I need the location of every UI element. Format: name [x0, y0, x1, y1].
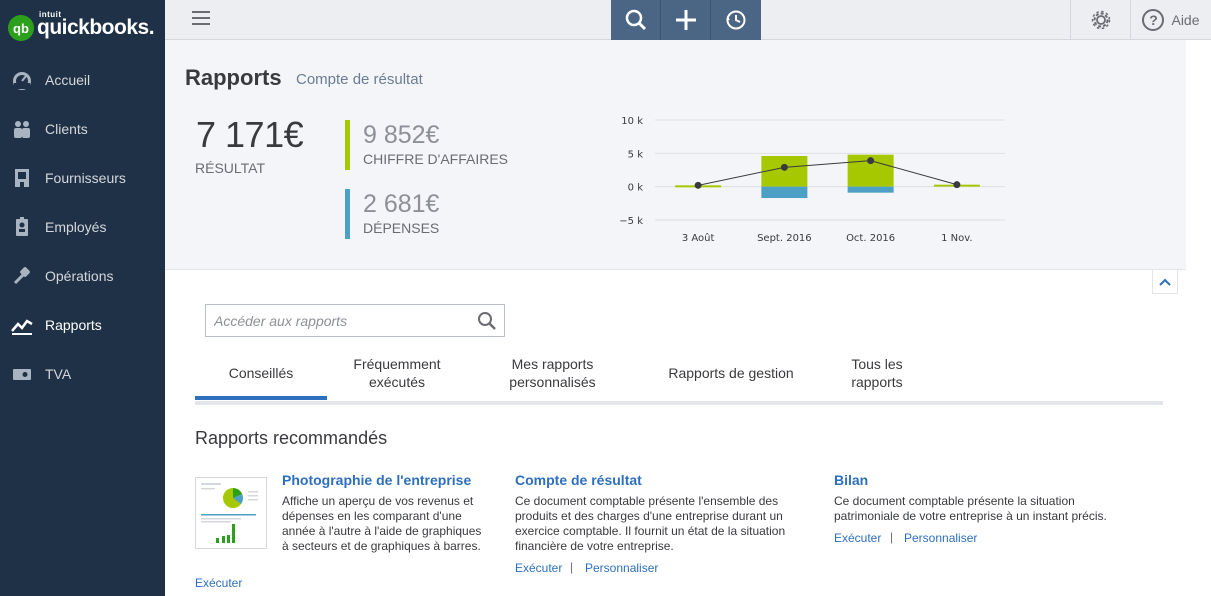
- revenue-kpi: 9 852€ CHIFFRE D'AFFAIRES: [345, 120, 545, 170]
- sidebar-item-label: Clients: [45, 120, 88, 137]
- revenue-value: 9 852€: [363, 121, 440, 149]
- recommended-title: Rapports recommandés: [195, 428, 388, 448]
- search-input[interactable]: [206, 305, 471, 336]
- card-desc-photographie: Affiche un aperçu de vos revenus et dépe…: [282, 494, 482, 553]
- search-icon: [625, 9, 646, 31]
- income-chart: 10 k 5 k 0 k −5 k 3 Août Sept. 2016 Oct. 2016 1…: [619, 116, 1005, 244]
- logo-wordmark: intuit quickbooks.: [37, 10, 155, 40]
- employees-icon: [11, 216, 33, 238]
- sidebar-item-label: TVA: [45, 365, 72, 382]
- customize-link-bilan[interactable]: Personnaliser: [904, 531, 977, 545]
- run-link-compte-de-resultat[interactable]: Exécuter: [515, 561, 562, 575]
- tab-tous-les-rapports[interactable]: Tous les rapports: [839, 345, 915, 401]
- card-title-compte-de-resultat[interactable]: Compte de résultat: [515, 472, 642, 488]
- link-separator: |: [570, 560, 574, 574]
- y-tick-label: 0 k: [628, 183, 644, 194]
- menu-icon[interactable]: [192, 11, 210, 25]
- quickbooks-logo[interactable]: qb intuit quickbooks.: [8, 10, 155, 44]
- settings-button[interactable]: [1070, 0, 1130, 40]
- collapse-button[interactable]: [1152, 270, 1178, 294]
- search-icon[interactable]: [476, 310, 498, 332]
- gear-icon: [1091, 10, 1110, 30]
- sidebar-item-label: Rapports: [45, 316, 102, 333]
- report-search: [205, 304, 505, 337]
- report-tabs: Conseillés Fréquemment exécutés Mes rapp…: [195, 345, 1163, 405]
- tab-mes-rapports-personnalises[interactable]: Mes rapports personnalisés: [495, 345, 610, 401]
- recent-transactions-button[interactable]: [711, 0, 761, 40]
- top-bar: ? Aide: [165, 0, 1211, 40]
- expense-bar: [761, 186, 808, 198]
- revenue-label: CHIFFRE D'AFFAIRES: [363, 151, 509, 167]
- expenses-label: DÉPENSES: [363, 220, 440, 236]
- quick-actions: [611, 0, 761, 40]
- tab-frequemment-executes[interactable]: Fréquemment exécutés: [345, 345, 449, 401]
- net-income-value: 7 171€: [196, 114, 304, 155]
- y-tick-label: −5 k: [619, 216, 643, 227]
- net-income-label: RÉSULTAT: [195, 160, 266, 176]
- run-link-photographie[interactable]: Exécuter: [195, 576, 242, 590]
- tax-icon: [11, 363, 33, 385]
- y-tick-label: 10 k: [621, 116, 643, 127]
- net-income-point: [867, 157, 875, 165]
- plus-icon: [675, 10, 696, 30]
- sidebar: qb intuit quickbooks. Accueil Clients Fo…: [0, 0, 165, 596]
- sidebar-item-clients[interactable]: Clients: [0, 104, 165, 153]
- create-button[interactable]: [661, 0, 711, 40]
- reports-icon: [11, 314, 33, 336]
- card-title-bilan[interactable]: Bilan: [834, 472, 868, 488]
- history-icon: [726, 10, 746, 30]
- logo-name-text: quickbooks.: [37, 16, 155, 39]
- page-subtitle[interactable]: Compte de résultat: [296, 71, 423, 88]
- report-thumbnail[interactable]: [195, 477, 267, 549]
- x-tick-label: Oct. 2016: [846, 233, 895, 244]
- x-tick-label: 1 Nov.: [941, 233, 972, 244]
- sidebar-item-rapports[interactable]: Rapports: [0, 300, 165, 349]
- y-tick-label: 5 k: [628, 149, 644, 160]
- search-button[interactable]: [611, 0, 661, 40]
- report-preview-image: [201, 483, 258, 543]
- sidebar-item-accueil[interactable]: Accueil: [0, 55, 165, 104]
- customers-icon: [11, 118, 33, 140]
- link-separator: |: [890, 530, 894, 544]
- page-title: Rapports: [185, 65, 282, 90]
- expense-bar: [847, 186, 894, 193]
- question-icon: ?: [1142, 9, 1165, 31]
- x-tick-label: 3 Août: [682, 232, 715, 244]
- sidebar-item-employes[interactable]: Employés: [0, 202, 165, 251]
- sidebar-item-fournisseurs[interactable]: Fournisseurs: [0, 153, 165, 202]
- sidebar-item-label: Accueil: [45, 71, 91, 88]
- qb-badge-icon: qb: [8, 15, 34, 41]
- sidebar-nav: Accueil Clients Fournisseurs Employés Op…: [0, 55, 165, 398]
- chevron-up-icon: [1159, 278, 1171, 286]
- revenue-bar: [761, 156, 808, 187]
- dashboard-icon: [11, 69, 33, 91]
- net-income-point: [953, 181, 961, 189]
- net-income-point: [780, 163, 788, 171]
- net-income-point: [694, 181, 702, 189]
- expenses-kpi: 2 681€ DÉPENSES: [345, 189, 545, 239]
- help-label: Aide: [1171, 12, 1200, 28]
- transactions-icon: [11, 265, 33, 287]
- card-desc-bilan: Ce document comptable présente la situat…: [834, 494, 1107, 523]
- sidebar-item-label: Employés: [45, 218, 107, 235]
- logo-intuit-text: intuit: [39, 10, 62, 19]
- run-link-bilan[interactable]: Exécuter: [834, 531, 881, 545]
- sidebar-item-label: Fournisseurs: [45, 169, 126, 186]
- active-tab-indicator: [195, 396, 327, 400]
- sidebar-item-operations[interactable]: Opérations: [0, 251, 165, 300]
- vendors-icon: [11, 167, 33, 189]
- expenses-value: 2 681€: [363, 190, 440, 218]
- customize-link-compte-de-resultat[interactable]: Personnaliser: [585, 561, 658, 575]
- x-tick-label: Sept. 2016: [757, 233, 812, 244]
- tab-rapports-de-gestion[interactable]: Rapports de gestion: [657, 345, 805, 401]
- card-title-photographie[interactable]: Photographie de l'entreprise: [282, 472, 471, 488]
- sidebar-item-label: Opérations: [45, 267, 114, 284]
- help-button[interactable]: ? Aide: [1130, 0, 1211, 40]
- sidebar-item-tva[interactable]: TVA: [0, 349, 165, 398]
- report-header-panel: Rapports Compte de résultat 7 171€ RÉSUL…: [165, 40, 1186, 270]
- tab-conseilles[interactable]: Conseillés: [195, 345, 327, 401]
- card-desc-compte-de-resultat: Ce document comptable présente l'ensembl…: [515, 494, 786, 553]
- net-income-line: [698, 160, 958, 186]
